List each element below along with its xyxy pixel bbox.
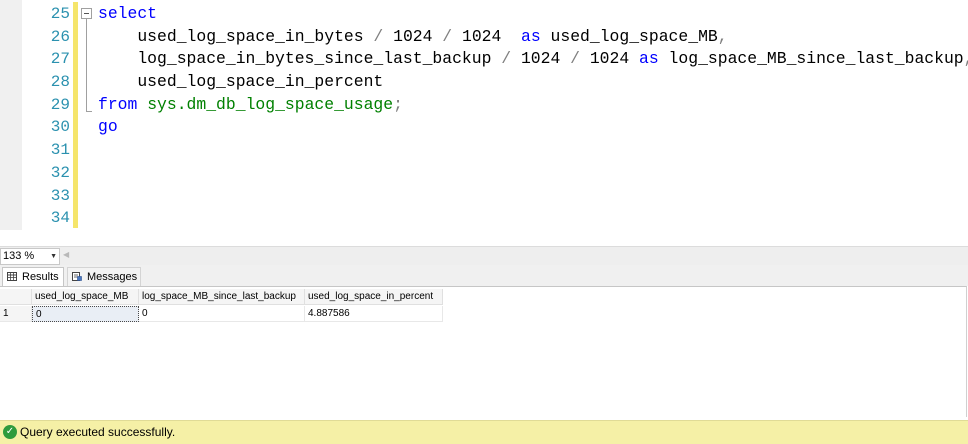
code-token: 1024 bbox=[580, 49, 640, 69]
code-token: used_log_space_in_percent bbox=[98, 72, 384, 92]
column-header[interactable]: used_log_space_MB bbox=[32, 289, 139, 305]
code-line[interactable]: select bbox=[98, 3, 968, 26]
line-number: 34 bbox=[50, 209, 70, 228]
code-token: / bbox=[501, 49, 512, 69]
line-number: 27 bbox=[50, 50, 70, 69]
code-token: as bbox=[639, 49, 659, 69]
line-number: 26 bbox=[50, 27, 70, 46]
code-token: 1024 bbox=[452, 26, 521, 46]
line-number: 32 bbox=[50, 163, 70, 182]
outline-end bbox=[86, 111, 92, 112]
code-token: log_space_in_bytes_since_last_backup bbox=[98, 49, 502, 69]
code-token: ; bbox=[393, 94, 403, 114]
tab-results[interactable]: Results bbox=[2, 267, 64, 286]
code-token: / bbox=[373, 26, 384, 46]
code-token: , bbox=[717, 26, 728, 46]
code-token: go bbox=[98, 117, 118, 137]
code-token: log_space_MB_since_last_backup bbox=[658, 49, 964, 69]
check-circle-icon: ✓ bbox=[3, 425, 17, 439]
code-area[interactable]: select used_log_space_in_bytes / 1024 / … bbox=[98, 3, 968, 230]
grid-corner[interactable] bbox=[0, 289, 32, 305]
column-header[interactable]: used_log_space_in_percent bbox=[305, 289, 443, 305]
zoom-value: 133 % bbox=[3, 250, 35, 262]
code-line[interactable] bbox=[98, 139, 968, 162]
tab-messages[interactable]: Messages bbox=[67, 267, 141, 286]
messages-icon bbox=[72, 272, 82, 281]
results-tab-strip: Results Messages bbox=[0, 265, 968, 286]
column-header[interactable]: log_space_MB_since_last_backup bbox=[139, 289, 305, 305]
editor-margin bbox=[0, 0, 22, 230]
line-number: 33 bbox=[50, 186, 70, 205]
line-number: 25 bbox=[50, 5, 70, 23]
code-token: / bbox=[570, 49, 580, 69]
code-token: 1024 bbox=[383, 26, 443, 46]
code-token: select bbox=[98, 4, 158, 23]
code-token: , bbox=[964, 49, 968, 68]
code-line[interactable]: log_space_in_bytes_since_last_backup / 1… bbox=[98, 48, 968, 71]
tab-messages-label: Messages bbox=[87, 271, 138, 283]
code-token: used_log_space_MB bbox=[540, 26, 718, 46]
code-line[interactable] bbox=[98, 207, 968, 230]
status-text: Query executed successfully. bbox=[20, 425, 176, 439]
change-tracking-bar bbox=[73, 2, 78, 228]
code-line[interactable]: used_log_space_in_percent bbox=[98, 71, 968, 94]
results-grid-panel: used_log_space_MB log_space_MB_since_las… bbox=[0, 286, 967, 417]
status-bar: ✓ Query executed successfully. bbox=[0, 420, 968, 444]
line-number: 28 bbox=[50, 73, 70, 92]
code-line[interactable]: from sys.dm_db_log_space_usage; bbox=[98, 94, 968, 117]
code-token: / bbox=[442, 26, 453, 46]
code-line[interactable] bbox=[98, 185, 968, 208]
code-token: as bbox=[521, 26, 541, 46]
code-line[interactable]: used_log_space_in_bytes / 1024 / 1024 as… bbox=[98, 26, 968, 49]
code-token: used_log_space_in_bytes bbox=[98, 26, 374, 46]
line-number-gutter: 25 26 27 28 29 30 31 32 33 34 bbox=[22, 3, 70, 230]
code-token: 1024 bbox=[511, 49, 571, 69]
code-token: sys.dm_db_log_space_usage bbox=[147, 94, 394, 114]
code-line[interactable]: go bbox=[98, 116, 968, 139]
row-number[interactable]: 1 bbox=[0, 306, 32, 322]
grid-cell[interactable]: 0 bbox=[32, 306, 139, 322]
tab-results-label: Results bbox=[22, 271, 59, 283]
grid-cell[interactable]: 0 bbox=[139, 306, 305, 322]
dropdown-arrow-icon[interactable]: ▼ bbox=[50, 249, 57, 264]
line-number: 31 bbox=[50, 141, 70, 160]
scroll-left-icon[interactable]: ◀ bbox=[63, 250, 69, 259]
zoom-select[interactable]: 133 % ▼ bbox=[0, 248, 60, 265]
grid-cell[interactable]: 4.887586 bbox=[305, 306, 443, 322]
code-line[interactable] bbox=[98, 162, 968, 185]
line-number: 29 bbox=[50, 95, 70, 114]
query-editor[interactable]: 25 26 27 28 29 30 31 32 33 34 select used_log_spa… bbox=[0, 0, 968, 246]
outline-line bbox=[86, 19, 87, 112]
zoom-scroll-bar: 133 % ▼ ◀ bbox=[0, 246, 968, 266]
code-token: from bbox=[98, 94, 138, 114]
collapse-icon[interactable] bbox=[81, 8, 92, 19]
grid-icon bbox=[7, 272, 17, 281]
line-number: 30 bbox=[50, 118, 70, 137]
